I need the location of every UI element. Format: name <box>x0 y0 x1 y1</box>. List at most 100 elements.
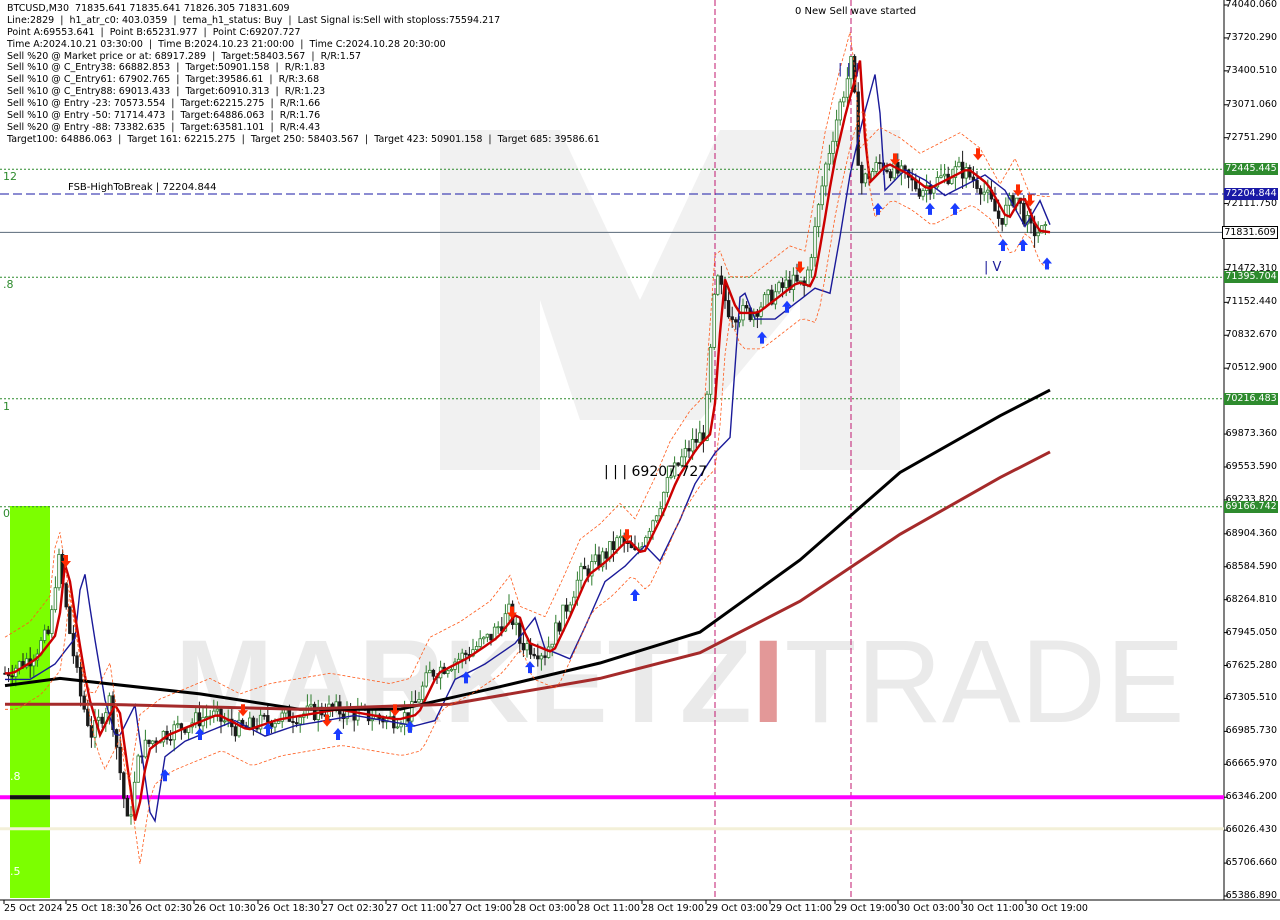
candle-body <box>266 715 270 723</box>
price-badge: 71831.609 <box>1222 226 1278 240</box>
candle-body <box>766 289 770 296</box>
time-tick: 29 Oct 19:00 <box>835 903 897 914</box>
info-line: Target100: 64886.063 | Target 161: 62215… <box>7 133 600 145</box>
candle-body <box>982 191 986 195</box>
candle-body <box>294 722 299 725</box>
candle-body <box>712 293 716 348</box>
candle-body <box>197 712 202 727</box>
price-tick: 72751.290 <box>1225 131 1277 143</box>
price-tick: 68584.590 <box>1225 560 1277 572</box>
price-badge: 71395.704 <box>1224 271 1278 284</box>
candle-body <box>370 718 374 722</box>
price-tick: 65706.660 <box>1225 857 1277 869</box>
candle-body <box>831 140 835 154</box>
candle-body <box>53 587 58 611</box>
info-line: Sell %10 @ Entry -50: 71714.473 | Target… <box>7 110 321 122</box>
time-tick: 26 Oct 10:30 <box>194 903 256 914</box>
wave-label: 0 New Sell wave started <box>795 6 917 17</box>
price-tick: 66026.430 <box>1225 824 1277 836</box>
candle-body <box>939 175 943 178</box>
level-label-1: 1 <box>3 400 10 413</box>
candle-body <box>618 535 623 539</box>
candle-body <box>482 636 486 640</box>
time-tick: 30 Oct 19:00 <box>1026 903 1088 914</box>
candle-body <box>251 717 256 728</box>
candle-body <box>874 162 878 172</box>
candle-body <box>1000 218 1004 225</box>
time-tick: 26 Oct 02:30 <box>130 903 192 914</box>
price-tick: 70512.900 <box>1225 362 1277 374</box>
info-line: Time A:2024.10.21 03:30:00 | Time B:2024… <box>7 38 446 50</box>
indicator-info-panel: BTCUSD,M30 71835.641 71835.641 71826.305… <box>7 3 600 146</box>
candle-body <box>975 180 979 189</box>
candle-body <box>690 438 695 452</box>
buy-arrow-icon <box>1018 238 1028 251</box>
time-tick: 28 Oct 19:00 <box>642 903 704 914</box>
candle-body <box>806 269 810 286</box>
info-line: Sell %10 @ C_Entry88: 69013.433 | Target… <box>7 86 326 98</box>
candle-body <box>233 726 238 737</box>
candle-body <box>68 606 72 634</box>
candle-body <box>96 716 101 721</box>
candle-body <box>460 652 464 660</box>
candle-body <box>986 189 990 193</box>
candle-body <box>604 551 608 559</box>
price-tick: 67625.280 <box>1225 659 1277 671</box>
info-line: BTCUSD,M30 71835.641 71835.641 71826.305… <box>7 3 290 14</box>
candle-body <box>100 716 104 724</box>
candle-body <box>287 709 292 722</box>
candle-body <box>431 669 436 677</box>
candle-body <box>464 652 468 655</box>
price-tick: 68904.360 <box>1225 527 1277 539</box>
time-tick: 27 Oct 11:00 <box>386 903 448 914</box>
time-tick: 25 Oct 18:30 <box>66 903 128 914</box>
candle-body <box>705 393 709 441</box>
candle-body <box>298 716 302 725</box>
candle-body <box>942 173 947 177</box>
price-tick: 66346.200 <box>1225 791 1277 803</box>
candle-body <box>878 162 882 164</box>
fsb-label: FSB-HighToBreak | 72204.844 <box>68 182 217 193</box>
point-c-label: | | | 69207.727 <box>604 464 708 480</box>
signal-zone <box>10 506 50 898</box>
price-tick: 69873.360 <box>1225 428 1277 440</box>
candle-body <box>262 714 266 717</box>
candle-body <box>647 530 652 538</box>
time-tick: 29 Oct 03:00 <box>706 903 768 914</box>
candle-body <box>615 537 619 551</box>
buy-arrow-icon <box>925 202 935 215</box>
candle-body <box>716 275 720 295</box>
candle-body <box>215 708 220 712</box>
candle-body <box>125 797 130 817</box>
candle-body <box>921 190 925 197</box>
candle-body <box>834 119 839 142</box>
candle-body <box>518 622 522 644</box>
price-tick: 69553.590 <box>1225 460 1277 472</box>
candle-body <box>276 720 281 724</box>
buy-arrow-icon <box>1042 257 1052 270</box>
price-badge: 69166.742 <box>1224 500 1278 513</box>
candle-body <box>734 319 738 323</box>
candle-body <box>568 604 572 612</box>
candle-body <box>784 279 788 288</box>
candle-body <box>136 755 140 783</box>
candle-body <box>726 300 731 318</box>
candle-body <box>824 163 828 187</box>
price-tick: 74040.060 <box>1225 0 1277 10</box>
level-label-0: 0 <box>3 507 10 520</box>
candle-body <box>593 554 598 562</box>
candle-body <box>449 669 454 672</box>
candle-body <box>82 695 86 710</box>
candle-body <box>507 603 511 615</box>
candle-body <box>662 491 666 510</box>
price-tick: 73720.290 <box>1225 31 1277 43</box>
top-wave-marks: | | | <box>838 62 860 77</box>
sell-arrow-icon <box>1013 184 1023 197</box>
candle-body <box>698 432 702 443</box>
watermark-text: MARKETZITRADE <box>175 616 1185 748</box>
candle-body <box>579 565 583 581</box>
candle-body <box>917 188 922 197</box>
candle-body <box>89 725 94 738</box>
candle-body <box>683 448 688 458</box>
candle-body <box>57 554 61 589</box>
